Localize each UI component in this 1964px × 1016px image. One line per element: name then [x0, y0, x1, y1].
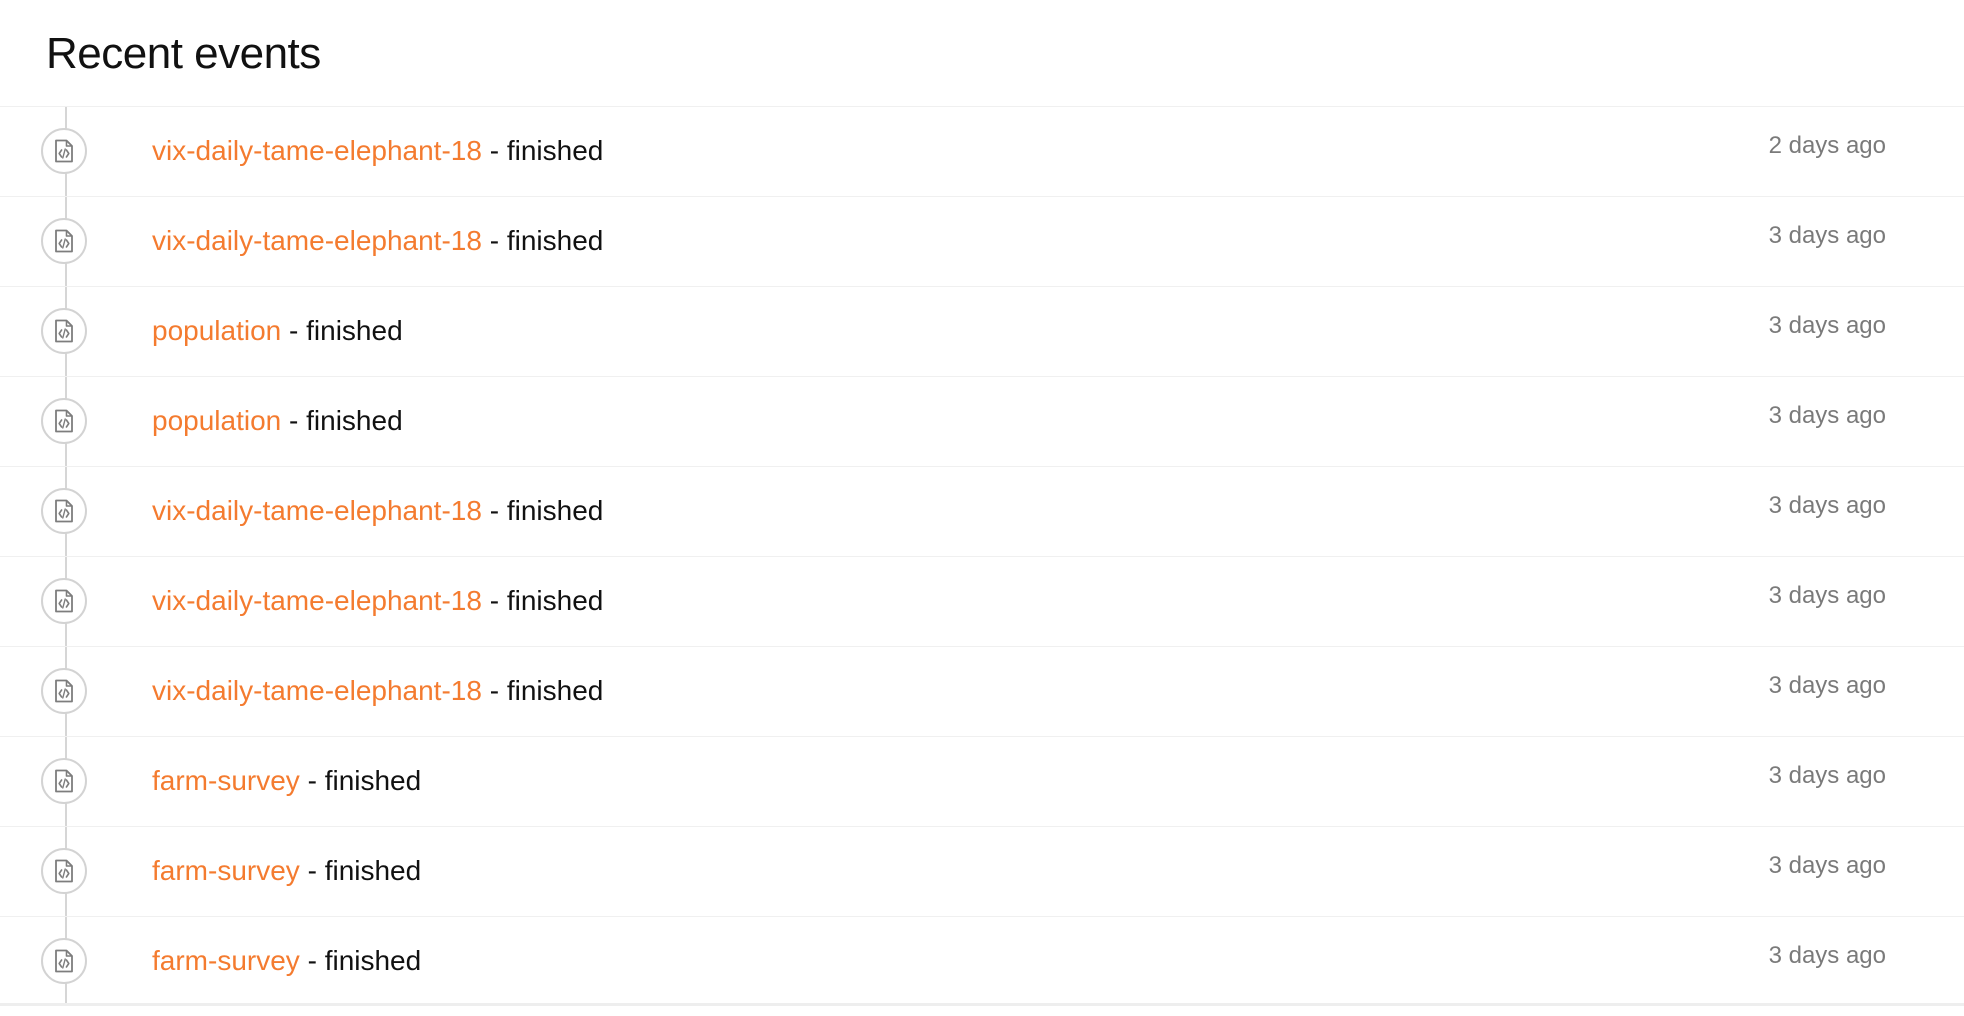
event-row: vix-daily-tame-elephant-18 - finished 3 … — [0, 196, 1964, 286]
event-status: finished — [324, 945, 422, 976]
event-separator: - — [481, 585, 507, 616]
event-status: finished — [506, 675, 604, 706]
event-separator: - — [299, 765, 325, 796]
event-source-link[interactable]: population — [152, 405, 281, 436]
event-row: vix-daily-tame-elephant-18 - finished 3 … — [0, 646, 1964, 736]
event-description: vix-daily-tame-elephant-18 - finished — [152, 221, 603, 261]
event-row: population - finished 3 days ago — [0, 286, 1964, 376]
event-description: farm-survey - finished — [152, 851, 421, 891]
event-separator: - — [481, 225, 507, 256]
event-timestamp: 3 days ago — [1768, 582, 1886, 609]
event-description: vix-daily-tame-elephant-18 - finished — [152, 581, 603, 621]
event-status: finished — [324, 765, 422, 796]
event-status: finished — [506, 495, 604, 526]
page-title: Recent events — [46, 29, 321, 78]
event-timestamp: 3 days ago — [1768, 852, 1886, 879]
event-separator: - — [299, 855, 325, 886]
event-timestamp: 3 days ago — [1768, 222, 1886, 249]
code-file-icon — [41, 218, 87, 264]
event-description: vix-daily-tame-elephant-18 - finished — [152, 131, 603, 171]
event-separator: - — [481, 495, 507, 526]
event-status: finished — [306, 405, 403, 436]
event-timestamp: 3 days ago — [1768, 312, 1886, 339]
event-timestamp: 3 days ago — [1768, 672, 1886, 699]
event-status: finished — [506, 225, 604, 256]
code-file-icon — [41, 668, 87, 714]
event-row: vix-daily-tame-elephant-18 - finished 3 … — [0, 556, 1964, 646]
events-timeline: vix-daily-tame-elephant-18 - finished 2 … — [0, 106, 1964, 1006]
event-description: vix-daily-tame-elephant-18 - finished — [152, 491, 603, 531]
event-timestamp: 3 days ago — [1768, 492, 1886, 519]
code-file-icon — [41, 308, 87, 354]
event-row: population - finished 3 days ago — [0, 376, 1964, 466]
event-source-link[interactable]: farm-survey — [152, 945, 300, 976]
event-row: farm-survey - finished 3 days ago — [0, 826, 1964, 916]
code-file-icon — [41, 848, 87, 894]
event-timestamp: 3 days ago — [1768, 762, 1886, 789]
code-file-icon — [41, 938, 87, 984]
event-description: vix-daily-tame-elephant-18 - finished — [152, 671, 603, 711]
event-source-link[interactable]: vix-daily-tame-elephant-18 — [152, 225, 482, 256]
event-timestamp: 2 days ago — [1768, 132, 1886, 159]
event-source-link[interactable]: farm-survey — [152, 765, 300, 796]
event-separator: - — [281, 315, 307, 346]
event-source-link[interactable]: vix-daily-tame-elephant-18 — [152, 675, 482, 706]
code-file-icon — [41, 128, 87, 174]
event-separator: - — [299, 945, 325, 976]
event-status: finished — [506, 585, 604, 616]
event-separator: - — [281, 405, 307, 436]
event-source-link[interactable]: population — [152, 315, 281, 346]
event-source-link[interactable]: vix-daily-tame-elephant-18 — [152, 495, 482, 526]
event-row: vix-daily-tame-elephant-18 - finished 2 … — [0, 106, 1964, 196]
event-source-link[interactable]: vix-daily-tame-elephant-18 — [152, 585, 482, 616]
event-source-link[interactable]: vix-daily-tame-elephant-18 — [152, 135, 482, 166]
event-row: farm-survey - finished 3 days ago — [0, 916, 1964, 1006]
event-description: population - finished — [152, 311, 403, 351]
event-timestamp: 3 days ago — [1768, 402, 1886, 429]
event-row: farm-survey - finished 3 days ago — [0, 736, 1964, 826]
event-separator: - — [481, 675, 507, 706]
event-description: farm-survey - finished — [152, 761, 421, 801]
code-file-icon — [41, 488, 87, 534]
code-file-icon — [41, 578, 87, 624]
event-description: farm-survey - finished — [152, 941, 421, 981]
event-status: finished — [324, 855, 422, 886]
event-status: finished — [306, 315, 403, 346]
code-file-icon — [41, 398, 87, 444]
event-row: vix-daily-tame-elephant-18 - finished 3 … — [0, 466, 1964, 556]
code-file-icon — [41, 758, 87, 804]
event-timestamp: 3 days ago — [1768, 942, 1886, 969]
event-separator: - — [481, 135, 507, 166]
event-description: population - finished — [152, 401, 403, 441]
event-status: finished — [506, 135, 604, 166]
event-source-link[interactable]: farm-survey — [152, 855, 300, 886]
